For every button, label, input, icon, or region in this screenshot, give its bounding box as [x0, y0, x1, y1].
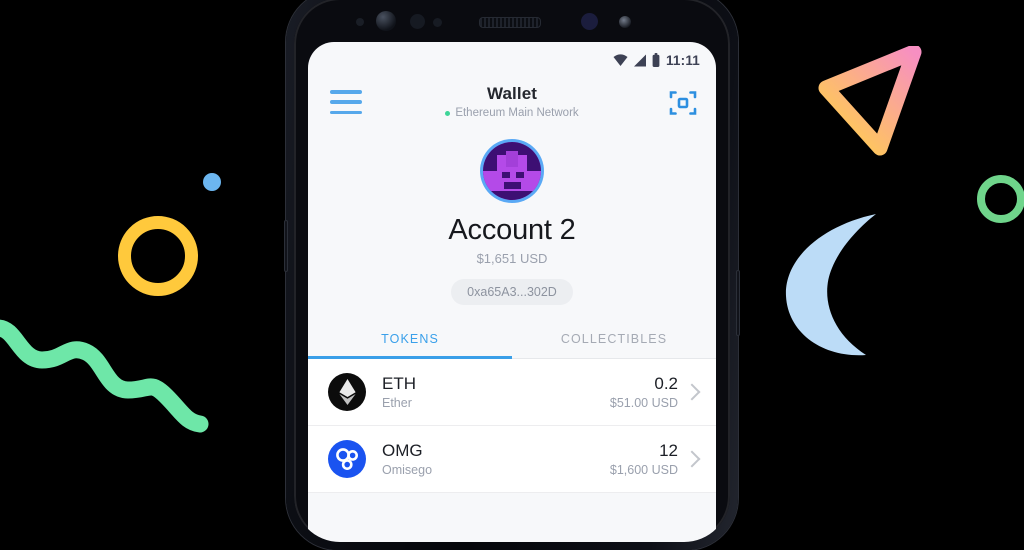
status-bar: 11:11 — [308, 42, 716, 74]
wallet-tabs: TOKENS COLLECTIBLES — [308, 321, 716, 359]
token-info: ETH Ether — [382, 374, 610, 410]
secondary-camera-icon — [581, 13, 598, 30]
poster-canvas: 11:11 Wallet Ethereum Main Network Accou… — [0, 0, 1024, 550]
app-bar-title-block: Wallet Ethereum Main Network — [308, 84, 716, 119]
power-button[interactable] — [736, 270, 740, 336]
ethereum-icon — [328, 373, 366, 411]
token-list: ETH Ether 0.2 $51.00 USD OMG Omisego 12 … — [308, 359, 716, 493]
proximity-sensor-icon — [356, 18, 364, 26]
light-sensor-icon — [433, 18, 442, 27]
blue-crescent-decoration — [785, 214, 876, 356]
token-amount: 0.2 — [654, 374, 678, 394]
account-name: Account 2 — [448, 214, 576, 246]
token-symbol: ETH — [382, 374, 416, 394]
battery-icon — [652, 53, 660, 67]
phone-sensor-array — [294, 0, 730, 42]
token-balance: 12 $1,600 USD — [610, 441, 678, 477]
iris-sensor-icon — [410, 14, 425, 29]
green-wave-decoration — [0, 319, 209, 433]
table-row[interactable]: OMG Omisego 12 $1,600 USD — [308, 426, 716, 493]
gradient-triangle-decoration — [818, 46, 922, 156]
tab-tokens[interactable]: TOKENS — [308, 321, 512, 358]
wifi-icon — [613, 54, 628, 66]
green-ring-decoration — [977, 175, 1024, 223]
chevron-right-icon — [683, 383, 701, 401]
omisego-icon — [328, 440, 366, 478]
tab-active-underline — [308, 356, 512, 359]
token-name: Omisego — [382, 462, 433, 477]
account-fiat-balance: $1,651 USD — [476, 251, 548, 266]
network-status-dot-icon — [445, 110, 451, 116]
qr-scan-icon[interactable] — [668, 88, 698, 118]
phone-body: 11:11 Wallet Ethereum Main Network Accou… — [294, 0, 730, 542]
status-bar-clock: 11:11 — [665, 52, 700, 68]
token-amount: 12 — [659, 441, 678, 461]
token-balance: 0.2 $51.00 USD — [610, 374, 678, 410]
token-fiat-value: $1,600 USD — [609, 462, 678, 477]
table-row[interactable]: ETH Ether 0.2 $51.00 USD — [308, 359, 716, 426]
network-name: Ethereum Main Network — [455, 107, 579, 119]
phone-screen: 11:11 Wallet Ethereum Main Network Accou… — [308, 42, 716, 542]
network-indicator[interactable]: Ethereum Main Network — [308, 107, 716, 119]
token-name: Ether — [382, 395, 412, 410]
page-title: Wallet — [486, 84, 538, 103]
ir-sensor-icon — [619, 16, 631, 28]
phone-mockup: 11:11 Wallet Ethereum Main Network Accou… — [284, 0, 740, 550]
account-address-pill[interactable]: 0xa65A3...302D — [451, 279, 573, 305]
token-symbol: OMG — [382, 441, 423, 461]
cellular-signal-icon — [633, 54, 646, 67]
front-camera-icon — [376, 11, 396, 31]
account-identicon[interactable] — [483, 142, 541, 200]
tab-collectibles[interactable]: COLLECTIBLES — [512, 321, 716, 358]
chevron-right-icon — [683, 450, 701, 468]
volume-button[interactable] — [284, 220, 288, 272]
earpiece-speaker-icon — [479, 17, 541, 28]
app-bar: Wallet Ethereum Main Network — [308, 74, 716, 136]
yellow-ring-decoration — [118, 216, 198, 296]
token-fiat-value: $51.00 USD — [609, 395, 678, 410]
account-summary: Account 2 $1,651 USD 0xa65A3...302D — [308, 136, 716, 305]
token-info: OMG Omisego — [382, 441, 610, 477]
blue-dot-decoration — [203, 173, 221, 191]
